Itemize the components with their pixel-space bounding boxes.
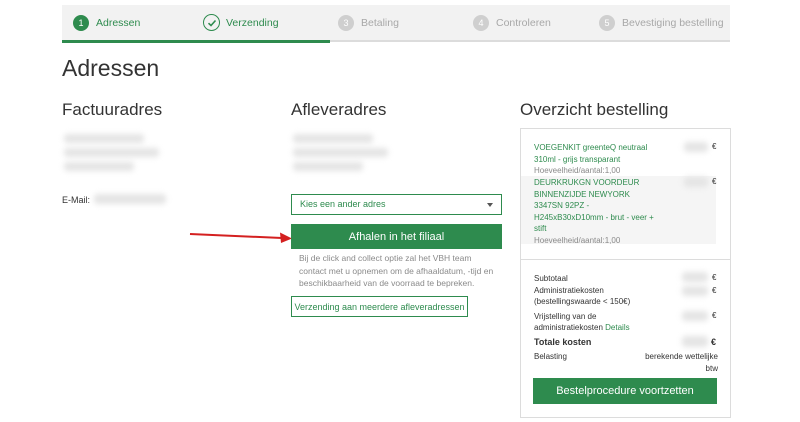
step-number: 1 (73, 14, 89, 31)
order-item-qty: Hoeveelheid/aantal:1,00 (534, 235, 621, 245)
order-item-name[interactable]: VOEGENKIT greenteQ neutraal 310ml - grij… (534, 142, 654, 165)
divider (520, 259, 731, 260)
email-label: E-Mail: (62, 195, 91, 205)
redacted-email (94, 194, 166, 204)
redacted-price (682, 311, 708, 321)
order-item: VOEGENKIT greenteQ neutraal 310ml - grij… (534, 142, 654, 177)
order-item-qty: Hoeveelheid/aantal:1,00 (534, 166, 621, 175)
redacted-text (293, 162, 363, 171)
step-shipping[interactable]: Verzending (203, 5, 338, 40)
overview-heading: Overzicht bestelling (520, 100, 669, 119)
step-number: 3 (338, 14, 354, 31)
item-currency: € (712, 177, 717, 186)
subtotal-label: Subtotaal (534, 274, 568, 283)
step-confirmation: 5 Bevestiging bestelling (599, 5, 729, 40)
pickup-in-store-button[interactable]: Afhalen in het filiaal (291, 224, 502, 249)
total-currency: € (711, 337, 717, 347)
admin-exemption-label: Vrijstelling van de administratiekosten … (534, 311, 634, 333)
redacted-text (64, 148, 159, 157)
redacted-text (64, 134, 144, 143)
multiple-addresses-button[interactable]: Verzending aan meerdere afleveradressen (291, 296, 468, 317)
address-select[interactable]: Kies een ander adres (291, 194, 502, 215)
caret-down-icon (487, 203, 493, 207)
redacted-price (682, 336, 708, 347)
step-payment: 3 Betaling (338, 5, 473, 40)
step-addresses[interactable]: 1 Adressen (73, 5, 203, 40)
tax-value: berekende wettelijke btw (645, 352, 718, 373)
step-number: 4 (473, 14, 489, 31)
address-select-value: Kies een ander adres (300, 199, 386, 209)
redacted-text (64, 162, 134, 171)
delivery-heading: Afleveradres (291, 100, 387, 119)
checkout-stepper: 1 Adressen Verzending 3 Betaling 4 Contr… (62, 5, 730, 42)
billing-heading: Factuuradres (62, 100, 163, 119)
details-link[interactable]: Details (605, 323, 629, 332)
exemption-text: Vrijstelling van de administratiekosten (534, 312, 603, 332)
red-arrow-annotation (189, 232, 292, 243)
step-label: Verzending (226, 16, 279, 29)
order-item-name[interactable]: DEURKRUKGN VOORDEUR BINNENZIJDE NEWYORK … (534, 177, 659, 235)
stepper-progress-bar (62, 40, 330, 43)
page-title: Adressen (62, 55, 160, 81)
redacted-text (293, 134, 373, 143)
step-label: Betaling (361, 16, 399, 29)
redacted-price (684, 177, 708, 187)
total-label: Totale kosten (534, 337, 592, 347)
continue-checkout-button[interactable]: Bestelprocedure voortzetten (533, 378, 717, 404)
step-label: Controleren (496, 16, 551, 29)
tax-label: Belasting (534, 352, 567, 361)
step-label: Bevestiging bestelling (622, 16, 724, 29)
subtotal-currency: € (712, 273, 717, 282)
pickup-note: Bij de click and collect optie zal het V… (299, 253, 494, 288)
step-review: 4 Controleren (473, 5, 599, 40)
redacted-text (293, 148, 388, 157)
redacted-price (684, 142, 708, 152)
item-currency: € (712, 142, 717, 151)
admin-fee-label: Administratiekosten (bestellingswaarde <… (534, 286, 631, 306)
redacted-price (682, 272, 708, 282)
admin-fee-currency: € (712, 286, 717, 295)
checkmark-icon (203, 14, 220, 31)
order-item: DEURKRUKGN VOORDEUR BINNENZIJDE NEWYORK … (534, 177, 659, 246)
redacted-price (682, 286, 708, 296)
step-label: Adressen (96, 16, 141, 29)
exemption-currency: € (712, 311, 717, 320)
step-number: 5 (599, 14, 615, 31)
